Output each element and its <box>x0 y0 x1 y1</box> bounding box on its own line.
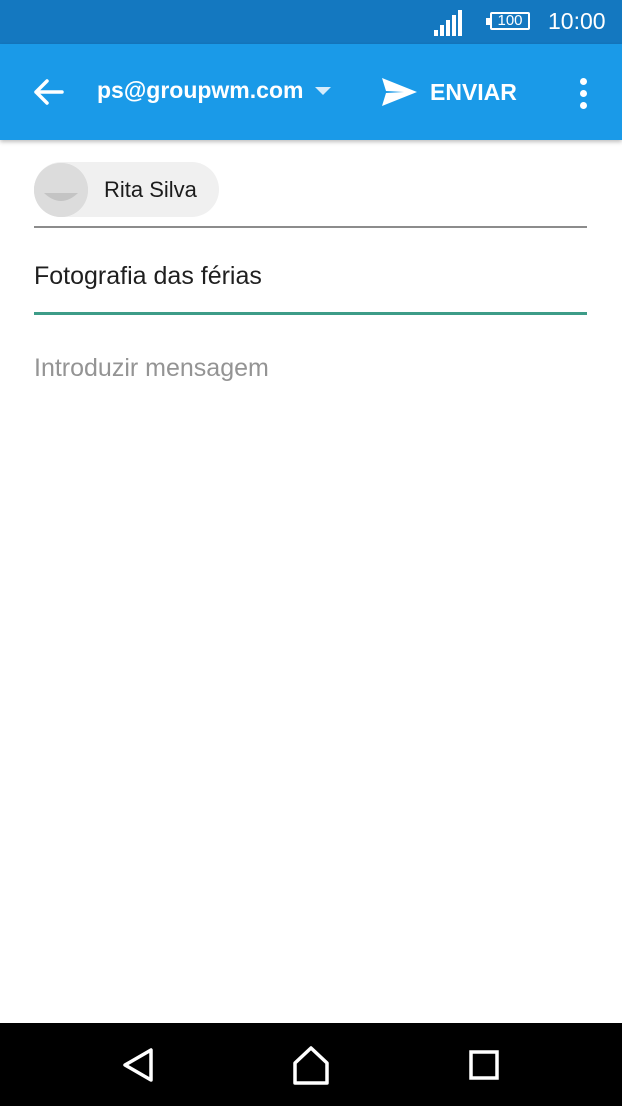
message-body-input[interactable]: Introduzir mensagem <box>34 354 269 383</box>
nav-back-button[interactable] <box>117 1043 161 1087</box>
subject-field-underline <box>34 312 587 315</box>
battery-icon: 100 <box>486 12 530 30</box>
back-button[interactable] <box>22 68 74 116</box>
status-time: 10:00 <box>548 8 606 34</box>
account-email: ps@groupwm.com <box>97 77 304 103</box>
account-selector[interactable]: ps@groupwm.com <box>97 77 332 104</box>
recipient-chip[interactable]: Rita Silva <box>34 162 219 217</box>
battery-level: 100 <box>497 12 523 29</box>
signal-icon <box>434 10 462 41</box>
to-field-divider <box>34 226 587 228</box>
recipient-name: Rita Silva <box>104 176 197 202</box>
nav-recents-button[interactable] <box>462 1043 506 1087</box>
nav-home-icon <box>293 1046 329 1085</box>
nav-recents-icon <box>469 1050 499 1080</box>
compose-toolbar: ps@groupwm.com ENVIAR <box>0 44 622 140</box>
caret-down-icon <box>315 86 332 95</box>
contact-avatar-icon <box>34 162 88 217</box>
more-options-button[interactable] <box>570 72 598 114</box>
arrow-back-icon <box>34 79 64 105</box>
send-label: ENVIAR <box>430 78 517 105</box>
send-icon <box>382 78 417 106</box>
navigation-bar <box>0 1023 622 1106</box>
status-bar: 100 10:00 <box>0 0 622 44</box>
nav-back-icon <box>123 1048 153 1082</box>
subject-field[interactable]: Fotografia das férias <box>34 262 262 291</box>
nav-home-button[interactable] <box>289 1043 333 1087</box>
send-button[interactable]: ENVIAR <box>380 72 517 112</box>
